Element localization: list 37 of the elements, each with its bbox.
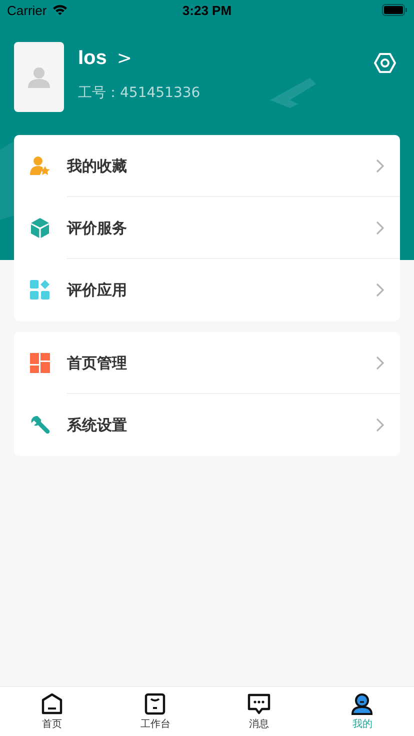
tab[interactable]: 消息 — [207, 687, 310, 736]
apps-icon — [30, 280, 50, 300]
menu-item[interactable]: 评价服务 — [14, 197, 400, 259]
dashboard-icon — [30, 353, 50, 373]
menu-label: 我的收藏 — [67, 156, 128, 176]
chevron-icon — [376, 159, 384, 173]
chevron-icon — [376, 356, 384, 370]
person-star-icon — [30, 156, 50, 176]
status-time: 3:23 PM — [182, 2, 232, 18]
menu-item[interactable]: 系统设置 — [14, 394, 400, 456]
menu-item[interactable]: 首页管理 — [14, 332, 400, 394]
battery-icon — [382, 4, 408, 16]
menu-item[interactable]: 评价应用 — [14, 259, 400, 321]
menu-item[interactable]: 我的收藏 — [14, 135, 400, 197]
home-icon — [40, 692, 63, 714]
plane-icon — [270, 78, 316, 108]
tab[interactable]: 首页 — [0, 687, 104, 736]
cube-icon — [30, 218, 50, 238]
tray-icon — [144, 692, 166, 714]
settings-icon[interactable] — [374, 52, 396, 74]
wifi-icon — [52, 4, 68, 16]
chevron-icon — [376, 221, 384, 235]
menu-label: 首页管理 — [67, 354, 128, 372]
carrier-label: Carrier — [7, 2, 47, 18]
wrench-icon — [30, 415, 50, 435]
chevron-icon[interactable]: > — [116, 48, 132, 69]
person-icon — [28, 66, 50, 88]
user-icon — [351, 692, 374, 714]
menu-label: 评价应用 — [67, 280, 128, 300]
chevron-icon — [376, 283, 384, 297]
user-name[interactable]: Ios — [78, 47, 107, 70]
employee-id: 工号：451451336 — [78, 84, 200, 102]
message-icon — [246, 692, 271, 714]
menu-label: 评价服务 — [67, 218, 128, 238]
chevron-icon — [376, 418, 384, 432]
menu-label: 系统设置 — [67, 416, 128, 434]
tab[interactable]: 工作台 — [104, 687, 207, 736]
